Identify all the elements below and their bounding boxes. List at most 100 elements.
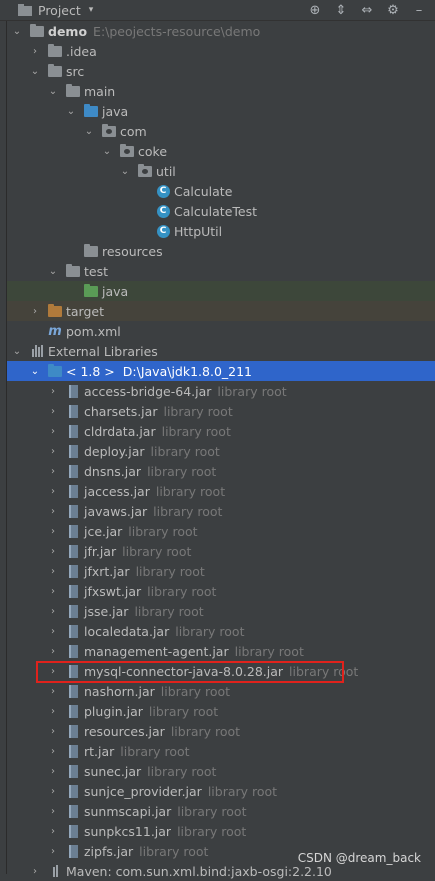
jar-icon (65, 624, 81, 638)
tree-item-main[interactable]: ⌄ main (7, 81, 435, 101)
left-tool-strip (0, 0, 7, 874)
tree-item-label: plugin.jar (84, 703, 143, 719)
chevron-right-icon[interactable]: › (47, 606, 59, 617)
panel-title[interactable]: Project (38, 3, 81, 18)
chevron-right-icon[interactable]: › (47, 626, 59, 637)
chevron-right-icon[interactable]: › (47, 706, 59, 717)
tree-item-demo[interactable]: ⌄ demo E:\peojects-resource\demo (7, 21, 435, 41)
chevron-right-icon[interactable]: › (47, 686, 59, 697)
tree-item-jar[interactable]: › charsets.jar library root (7, 401, 435, 421)
chevron-right-icon[interactable]: › (47, 666, 59, 677)
tree-item-external-libraries[interactable]: ⌄ External Libraries (7, 341, 435, 361)
library-root-label: library root (153, 503, 223, 519)
tree-item-label: HttpUtil (174, 223, 223, 239)
tree-item-jar[interactable]: › nashorn.jar library root (7, 681, 435, 701)
jar-icon (65, 404, 81, 418)
chevron-right-icon[interactable]: › (47, 546, 59, 557)
tree-item-jar[interactable]: › jfxrt.jar library root (7, 561, 435, 581)
tree-item-com[interactable]: ⌄ com (7, 121, 435, 141)
tree-item-class[interactable]: C CalculateTest (7, 201, 435, 221)
tree-item-jar[interactable]: › deploy.jar library root (7, 441, 435, 461)
chevron-down-icon[interactable]: ⌄ (65, 106, 77, 117)
tree-item-test-java[interactable]: java (7, 281, 435, 301)
chevron-right-icon[interactable]: › (47, 586, 59, 597)
chevron-right-icon[interactable]: › (47, 486, 59, 497)
chevron-down-icon[interactable]: ⌄ (11, 346, 23, 357)
tree-item-jar[interactable]: › plugin.jar library root (7, 701, 435, 721)
chevron-right-icon[interactable]: › (47, 646, 59, 657)
tree-item-jar[interactable]: › resources.jar library root (7, 721, 435, 741)
tree-item-class[interactable]: C HttpUtil (7, 221, 435, 241)
tree-item-jar[interactable]: › sunec.jar library root (7, 761, 435, 781)
tree-item-java[interactable]: ⌄ java (7, 101, 435, 121)
tree-item-jar[interactable]: › sunmscapi.jar library root (7, 801, 435, 821)
tree-item-jar[interactable]: › jfxswt.jar library root (7, 581, 435, 601)
chevron-right-icon[interactable]: › (47, 566, 59, 577)
tree-item-resources[interactable]: resources (7, 241, 435, 261)
collapse-icon[interactable]: ⇔ (359, 2, 375, 18)
expand-icon[interactable]: ⇕ (333, 2, 349, 18)
tree-item-jar[interactable]: › jfr.jar library root (7, 541, 435, 561)
library-root-label: library root (135, 563, 205, 579)
chevron-right-icon[interactable]: › (47, 846, 59, 857)
tree-item-jar[interactable]: › jce.jar library root (7, 521, 435, 541)
tree-item-class[interactable]: C Calculate (7, 181, 435, 201)
tree-item-jar[interactable]: › jsse.jar library root (7, 601, 435, 621)
tree-item-src[interactable]: ⌄ src (7, 61, 435, 81)
tree-item-test[interactable]: ⌄ test (7, 261, 435, 281)
gear-icon[interactable]: ⚙ (385, 2, 401, 18)
chevron-right-icon[interactable]: › (47, 726, 59, 737)
tree-item-label: javaws.jar (84, 503, 148, 519)
chevron-right-icon[interactable]: › (47, 506, 59, 517)
tree-item-label: jfr.jar (84, 543, 117, 559)
tree-item-jar[interactable]: › sunpkcs11.jar library root (7, 821, 435, 841)
chevron-right-icon[interactable]: › (47, 806, 59, 817)
tree-item-jar[interactable]: › javaws.jar library root (7, 501, 435, 521)
chevron-down-icon[interactable]: ⌄ (29, 366, 41, 377)
tree-item-idea[interactable]: › .idea (7, 41, 435, 61)
tree-item-jdk[interactable]: ⌄ < 1.8 > D:\Java\jdk1.8.0_211 (7, 361, 435, 381)
chevron-right-icon[interactable]: › (47, 786, 59, 797)
minimize-icon[interactable]: – (411, 2, 427, 18)
chevron-right-icon[interactable]: › (47, 446, 59, 457)
tree-item-jar[interactable]: › access-bridge-64.jar library root (7, 381, 435, 401)
tree-item-jar[interactable]: › management-agent.jar library root (7, 641, 435, 661)
resources-folder-icon (83, 243, 99, 258)
chevron-right-icon[interactable]: › (47, 526, 59, 537)
crosshair-icon[interactable]: ⊕ (307, 2, 323, 18)
chevron-down-icon[interactable]: ⌄ (47, 266, 59, 277)
tree-item-label: sunmscapi.jar (84, 803, 172, 819)
tree-item-jar[interactable]: › rt.jar library root (7, 741, 435, 761)
chevron-down-icon[interactable]: ⌄ (47, 86, 59, 97)
chevron-down-icon[interactable]: ⌄ (101, 146, 113, 157)
chevron-right-icon[interactable]: › (29, 306, 41, 317)
jar-icon (65, 804, 81, 818)
chevron-right-icon[interactable]: › (29, 866, 41, 877)
chevron-right-icon[interactable]: › (47, 426, 59, 437)
chevron-down-icon[interactable]: ⌄ (83, 126, 95, 137)
tree-item-jar[interactable]: › dnsns.jar library root (7, 461, 435, 481)
tree-item-jar[interactable]: › localedata.jar library root (7, 621, 435, 641)
library-root-label: library root (147, 763, 217, 779)
chevron-right-icon[interactable]: › (47, 766, 59, 777)
library-root-label: library root (128, 523, 198, 539)
tree-item-coke[interactable]: ⌄ coke (7, 141, 435, 161)
tree-item-jar[interactable]: › sunjce_provider.jar library root (7, 781, 435, 801)
chevron-right-icon[interactable]: › (47, 746, 59, 757)
tree-item-jar[interactable]: › mysql-connector-java-8.0.28.jar library … (7, 661, 435, 681)
tree-item-pom[interactable]: m pom.xml (7, 321, 435, 341)
chevron-down-icon[interactable]: ▾ (89, 5, 94, 15)
tree-item-util[interactable]: ⌄ util (7, 161, 435, 181)
chevron-right-icon[interactable]: › (29, 46, 41, 57)
chevron-down-icon[interactable]: ⌄ (119, 166, 131, 177)
chevron-down-icon[interactable]: ⌄ (29, 66, 41, 77)
chevron-right-icon[interactable]: › (47, 826, 59, 837)
chevron-down-icon[interactable]: ⌄ (11, 26, 23, 37)
tree-item-jar[interactable]: › cldrdata.jar library root (7, 421, 435, 441)
tree-item-target[interactable]: › target (7, 301, 435, 321)
chevron-right-icon[interactable]: › (47, 406, 59, 417)
source-folder-icon (83, 103, 99, 118)
chevron-right-icon[interactable]: › (47, 386, 59, 397)
tree-item-jar[interactable]: › jaccess.jar library root (7, 481, 435, 501)
chevron-right-icon[interactable]: › (47, 466, 59, 477)
